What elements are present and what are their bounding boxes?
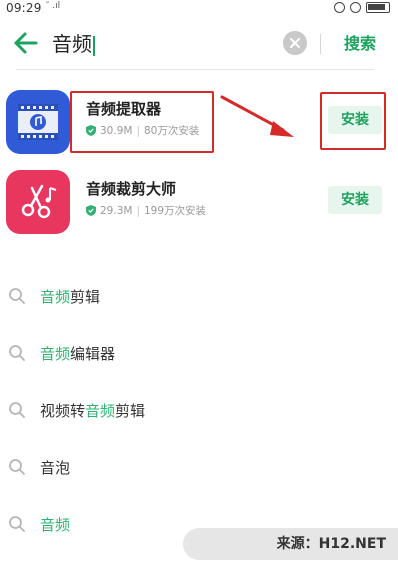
back-arrow-icon[interactable] xyxy=(12,30,40,56)
app-name: 音频裁剪大师 xyxy=(86,180,177,198)
text-caret xyxy=(93,35,95,56)
divider xyxy=(320,34,321,54)
suggestion-text: 音频 xyxy=(40,516,71,534)
status-time: 09:29 xyxy=(6,1,42,15)
search-underline xyxy=(16,69,374,70)
source-watermark: 来源：H12.NET xyxy=(183,528,398,560)
search-icon xyxy=(9,402,25,418)
battery-icon xyxy=(366,2,390,13)
suggestion-item[interactable]: 音泡 xyxy=(0,447,398,487)
install-button[interactable]: 安装 xyxy=(328,186,382,214)
app-store-search-screen: 09:29 ″ .ıl 音频 搜索 音频提取器 30.9M | 80万次安装 安… xyxy=(0,0,398,569)
status-icons xyxy=(334,2,390,13)
suggestion-text: 音频编辑器 xyxy=(40,345,116,363)
search-query: 音频 xyxy=(52,32,92,56)
lock-rotation-icon xyxy=(334,2,345,13)
app-row-audio-cutter[interactable]: 音频裁剪大师 29.3M | 199万次安装 安装 xyxy=(0,166,398,236)
signal-icon: ″ .ıl xyxy=(46,1,61,11)
search-bar: 音频 搜索 xyxy=(0,18,398,70)
shield-icon xyxy=(86,205,96,216)
search-icon xyxy=(9,345,25,361)
suggestion-item[interactable]: 视频转音频剪辑 xyxy=(0,390,398,430)
audio-cutter-app-icon xyxy=(6,170,70,234)
app-meta: 29.3M | 199万次安装 xyxy=(86,203,206,218)
alarm-icon xyxy=(350,2,361,13)
meta-separator: | xyxy=(136,204,140,217)
audio-extractor-app-icon xyxy=(6,90,70,154)
search-icon xyxy=(9,516,25,532)
suggestion-text: 音泡 xyxy=(40,459,71,477)
status-bar: 09:29 ″ .ıl xyxy=(0,0,398,18)
suggestion-item[interactable]: 音频编辑器 xyxy=(0,333,398,373)
search-button[interactable]: 搜索 xyxy=(330,31,390,57)
app-size: 29.3M xyxy=(100,204,133,217)
highlight-box-app-name xyxy=(70,91,214,153)
clear-icon[interactable] xyxy=(283,31,307,55)
highlight-box-install xyxy=(320,92,386,150)
app-installs: 199万次安装 xyxy=(144,205,207,217)
search-input[interactable]: 音频 xyxy=(52,28,272,60)
suggestion-text: 视频转音频剪辑 xyxy=(40,402,146,420)
suggestion-item[interactable]: 音频剪辑 xyxy=(0,276,398,316)
search-icon xyxy=(9,288,25,304)
suggestion-text: 音频剪辑 xyxy=(40,288,101,306)
search-icon xyxy=(9,459,25,475)
